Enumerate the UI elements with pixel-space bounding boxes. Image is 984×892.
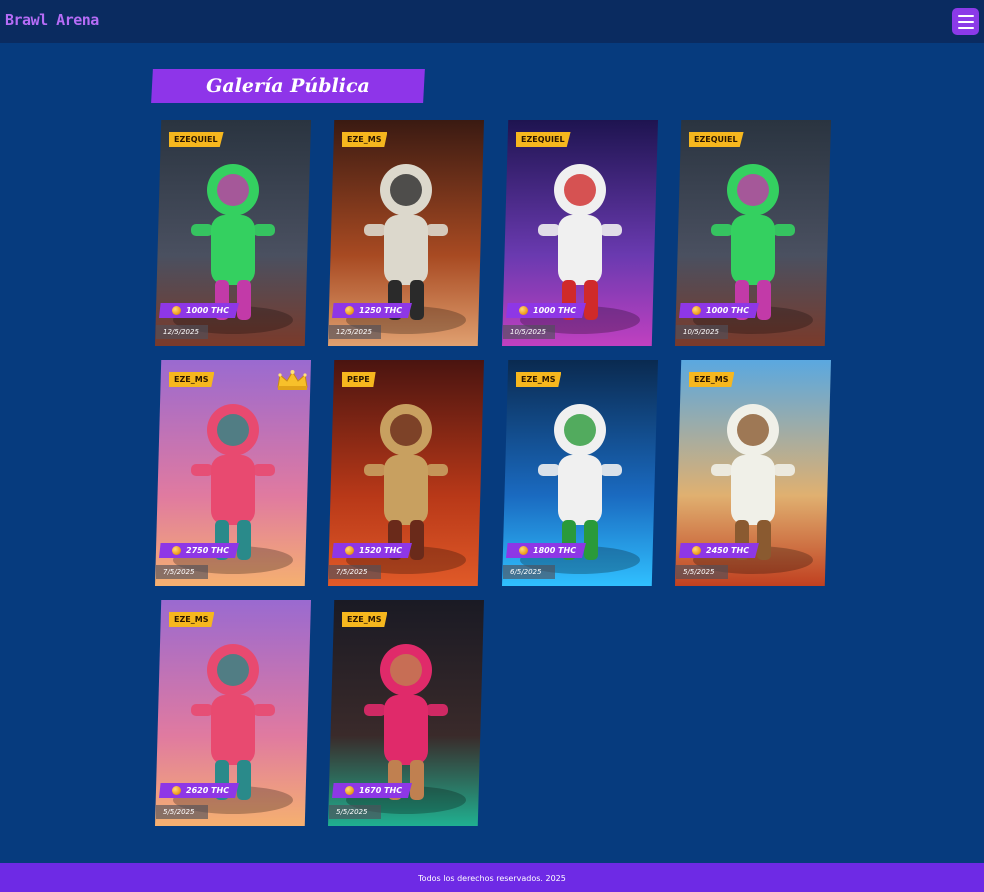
price-label: 1000 THC (533, 306, 577, 315)
gallery-card[interactable]: PEPE 1520 THC 7/5/2025 (328, 360, 484, 586)
owner-badge: EZE_MS (689, 372, 735, 387)
price-tag: 1520 THC (332, 543, 412, 558)
coin-icon (345, 306, 354, 315)
price-tag: 2620 THC (159, 783, 239, 798)
price-label: 1250 THC (359, 306, 403, 315)
price-label: 1520 THC (359, 546, 403, 555)
gallery-card[interactable]: EZEQUIEL 1000 THC 12/5/2025 (155, 120, 311, 346)
top-navbar: Brawl Arena (0, 0, 984, 43)
owner-badge: EZEQUIEL (516, 132, 571, 147)
gallery-card[interactable]: EZE_MS 2450 THC 5/5/2025 (675, 360, 831, 586)
price-label: 2750 THC (186, 546, 230, 555)
coin-icon (345, 546, 354, 555)
coin-icon (172, 786, 181, 795)
coin-icon (345, 786, 354, 795)
date-label: 7/5/2025 (156, 565, 208, 579)
hamburger-menu-icon (957, 14, 974, 17)
coin-icon (172, 546, 181, 555)
coin-icon (172, 306, 181, 315)
price-label: 1670 THC (359, 786, 403, 795)
date-label: 5/5/2025 (156, 805, 208, 819)
gallery-card[interactable]: EZEQUIEL 1000 THC 10/5/2025 (502, 120, 658, 346)
price-tag: 1000 THC (679, 303, 759, 318)
date-label: 12/5/2025 (329, 325, 381, 339)
price-tag: 1250 THC (332, 303, 412, 318)
date-label: 5/5/2025 (676, 565, 728, 579)
owner-badge: PEPE (342, 372, 376, 387)
price-label: 2450 THC (706, 546, 750, 555)
date-label: 10/5/2025 (503, 325, 555, 339)
crown-icon (277, 370, 308, 390)
date-label: 5/5/2025 (329, 805, 381, 819)
price-label: 1000 THC (706, 306, 750, 315)
owner-badge: EZEQUIEL (169, 132, 224, 147)
date-label: 7/5/2025 (329, 565, 381, 579)
price-tag: 1000 THC (159, 303, 239, 318)
gallery-card[interactable]: EZE_MS 1250 THC 12/5/2025 (328, 120, 484, 346)
gallery-card[interactable]: EZE_MS 1800 THC 6/5/2025 (502, 360, 658, 586)
page-title: Galería Pública (206, 75, 370, 97)
gallery-card[interactable]: EZE_MS 2620 THC 5/5/2025 (155, 600, 311, 826)
price-tag: 1800 THC (506, 543, 586, 558)
price-tag: 2750 THC (159, 543, 239, 558)
coin-icon (692, 546, 701, 555)
coin-icon (692, 306, 701, 315)
owner-badge: EZE_MS (342, 132, 388, 147)
footer: Todos los derechos reservados. 2025 (0, 863, 984, 892)
price-tag: 1000 THC (506, 303, 586, 318)
owner-badge: EZE_MS (342, 612, 388, 627)
coin-icon (519, 306, 528, 315)
price-label: 1000 THC (186, 306, 230, 315)
date-label: 10/5/2025 (676, 325, 728, 339)
owner-badge: EZE_MS (169, 372, 215, 387)
gallery-card[interactable]: EZE_MS 2750 THC 7/5/2025 (155, 360, 311, 586)
date-label: 12/5/2025 (156, 325, 208, 339)
hamburger-menu-button[interactable] (952, 8, 979, 35)
price-tag: 2450 THC (679, 543, 759, 558)
date-label: 6/5/2025 (503, 565, 555, 579)
price-label: 1800 THC (533, 546, 577, 555)
gallery-card[interactable]: EZE_MS 1670 THC 5/5/2025 (328, 600, 484, 826)
owner-badge: EZEQUIEL (689, 132, 744, 147)
owner-badge: EZE_MS (169, 612, 215, 627)
coin-icon (519, 546, 528, 555)
brand-logo[interactable]: Brawl Arena (5, 11, 99, 29)
gallery-card[interactable]: EZEQUIEL 1000 THC 10/5/2025 (675, 120, 831, 346)
price-tag: 1670 THC (332, 783, 412, 798)
owner-badge: EZE_MS (516, 372, 562, 387)
price-label: 2620 THC (186, 786, 230, 795)
